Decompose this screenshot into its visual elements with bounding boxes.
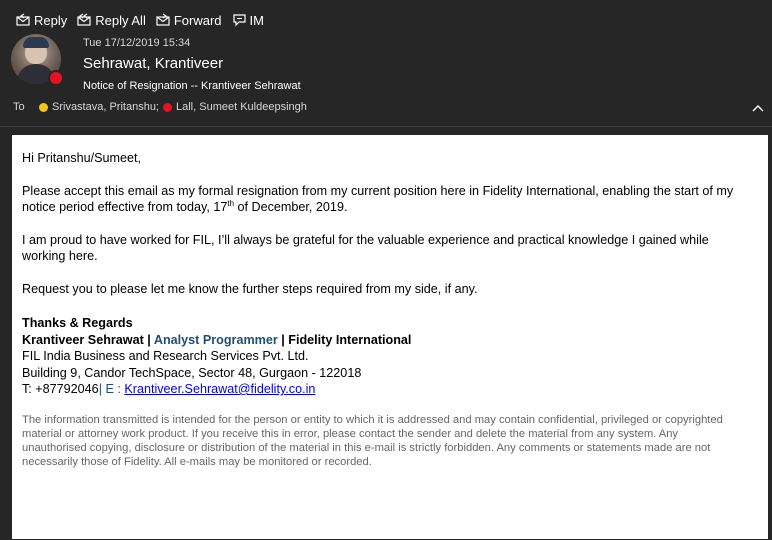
disclaimer: The information transmitted is intended … xyxy=(22,413,723,468)
signature-name-line: Krantiveer Sehrawat | Analyst Programmer… xyxy=(22,332,412,347)
reply-all-button[interactable]: Reply All xyxy=(77,13,146,28)
to-label: To xyxy=(13,101,25,113)
sender-presence-indicator xyxy=(48,70,64,86)
recipient-name: Lall, Sumeet Kuldeepsingh xyxy=(176,101,307,113)
presence-away-icon xyxy=(39,102,48,112)
reply-all-label: Reply All xyxy=(95,12,146,28)
chevron-up-icon[interactable] xyxy=(752,104,764,112)
message-body: Hi Pritanshu/Sumeet, Please accept this … xyxy=(12,135,768,539)
signature-address: Building 9, Candor TechSpace, Sector 48,… xyxy=(22,365,362,380)
presence-busy-icon xyxy=(163,102,172,112)
message-date: Tue 17/12/2019 15:34 xyxy=(83,37,191,49)
signature-org: FIL India Business and Research Services… xyxy=(22,349,309,363)
recipients-row: To Srivastava, Pritanshu; Lall, Sumeet K… xyxy=(13,101,307,113)
instant-message-icon xyxy=(232,14,246,27)
signature-thanks: Thanks & Regards xyxy=(22,316,133,330)
signature-contact: T: +87792046| E : Krantiveer.Sehrawat@fi… xyxy=(22,382,316,396)
paragraph-3: Request you to please let me know the fu… xyxy=(22,281,478,296)
forward-button[interactable]: Forward xyxy=(156,13,222,28)
forward-icon xyxy=(156,13,170,26)
reply-icon xyxy=(16,13,30,26)
recipient-1[interactable]: Srivastava, Pritanshu; xyxy=(39,101,159,113)
signature: Thanks & Regards Krantiveer Sehrawat | A… xyxy=(22,315,742,398)
message-subject: Notice of Resignation -- Krantiveer Sehr… xyxy=(83,80,301,92)
reply-all-icon xyxy=(77,13,91,26)
message-toolbar: Reply Reply All Forward IM xyxy=(16,8,264,32)
recipient-2[interactable]: Lall, Sumeet Kuldeepsingh xyxy=(163,101,307,113)
im-label: IM xyxy=(249,12,264,28)
sender-name[interactable]: Sehrawat, Krantiveer xyxy=(83,55,223,72)
email-link[interactable]: Krantiveer.Sehrawat@fidelity.co.in xyxy=(124,382,315,396)
recipient-name: Srivastava, Pritanshu; xyxy=(52,101,159,113)
im-button[interactable]: IM xyxy=(232,13,264,28)
reply-label: Reply xyxy=(34,12,68,28)
header-divider xyxy=(0,126,772,127)
paragraph-2: I am proud to have worked for FIL, I’ll … xyxy=(22,232,709,264)
paragraph-1: Please accept this email as my formal re… xyxy=(22,183,734,215)
forward-label: Forward xyxy=(173,12,222,28)
greeting: Hi Pritanshu/Sumeet, xyxy=(22,151,141,165)
reply-button[interactable]: Reply xyxy=(16,13,67,28)
